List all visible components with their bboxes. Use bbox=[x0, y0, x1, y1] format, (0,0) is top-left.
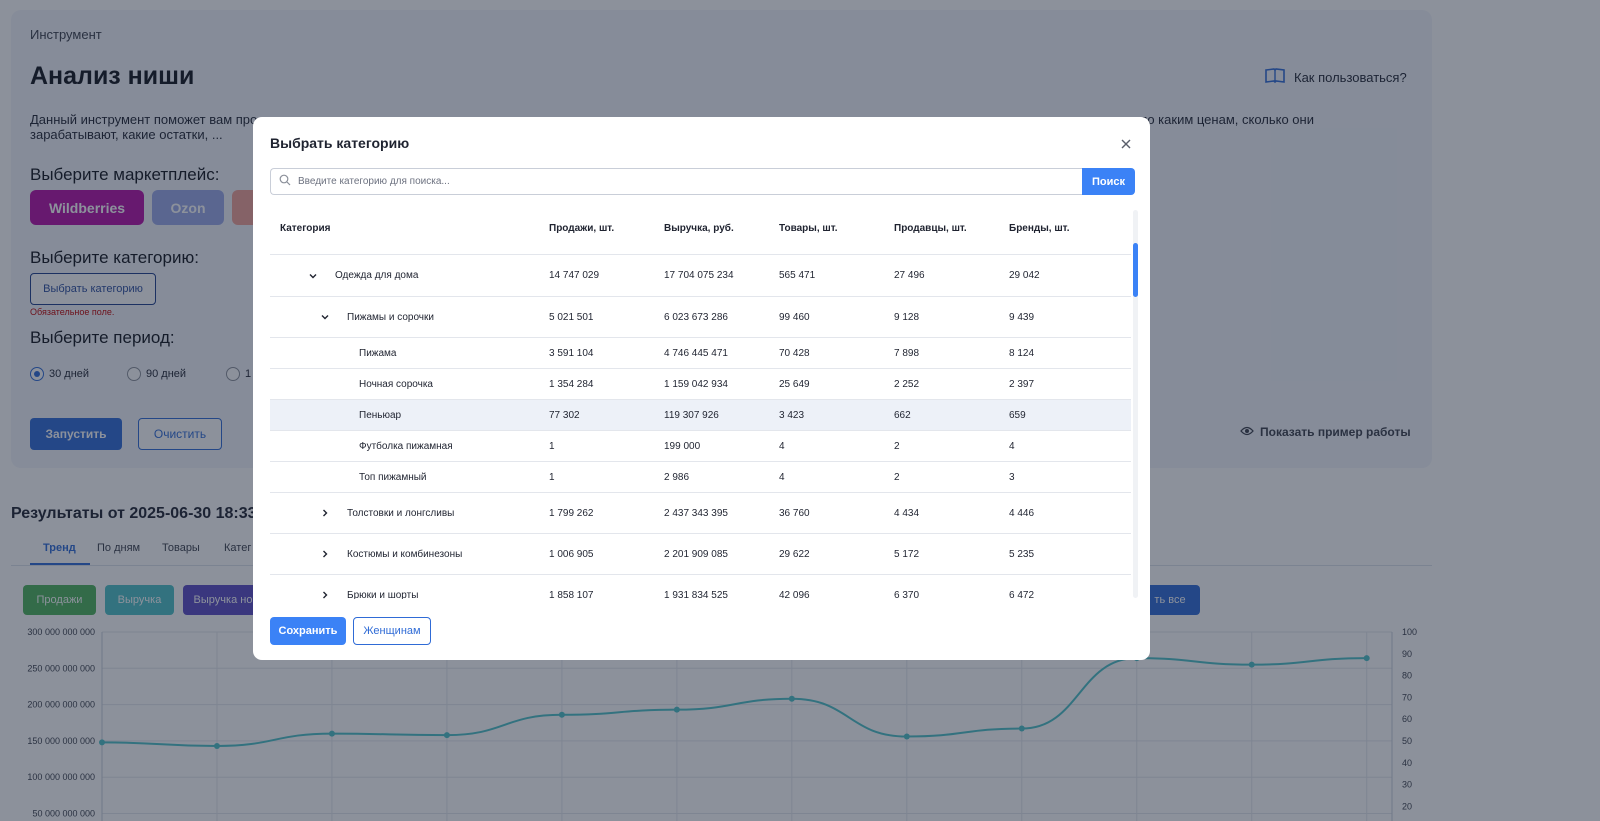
category-search-box bbox=[270, 168, 1082, 195]
cell-brands: 6 472 bbox=[1009, 589, 1035, 600]
category-name: Брюки и шорты bbox=[347, 589, 419, 600]
cell-sales: 1 bbox=[549, 471, 555, 483]
table-row[interactable]: Толстовки и лонгсливы 1 799 262 2 437 343 … bbox=[270, 493, 1131, 534]
cell-sales: 1 006 905 bbox=[549, 548, 594, 560]
search-button[interactable]: Поиск bbox=[1082, 168, 1135, 195]
cell-sellers: 2 bbox=[894, 471, 900, 483]
cell-sales: 1 354 284 bbox=[549, 378, 594, 390]
cell-brands: 4 446 bbox=[1009, 507, 1035, 519]
close-icon[interactable] bbox=[1119, 137, 1133, 151]
cell-brands: 4 bbox=[1009, 440, 1015, 452]
column-header-sellers[interactable]: Продавцы, шт. bbox=[894, 202, 967, 255]
cell-goods: 36 760 bbox=[779, 507, 810, 519]
cell-revenue: 199 000 bbox=[664, 440, 701, 452]
chevron-right-icon[interactable] bbox=[320, 575, 330, 599]
category-name: Топ пижамный bbox=[359, 471, 427, 483]
cell-sellers: 9 128 bbox=[894, 311, 920, 323]
column-header-sales[interactable]: Продажи, шт. bbox=[549, 202, 614, 255]
cell-sales: 1 858 107 bbox=[549, 589, 594, 600]
cell-brands: 5 235 bbox=[1009, 548, 1035, 560]
table-row[interactable]: Футболка пижамная 1 199 000 4 2 4 bbox=[270, 431, 1131, 462]
column-header-revenue[interactable]: Выручка, руб. bbox=[664, 202, 734, 255]
category-name: Пеньюар bbox=[359, 409, 402, 421]
cell-goods: 70 428 bbox=[779, 347, 810, 359]
cell-goods: 4 bbox=[779, 471, 785, 483]
category-name: Одежда для дома bbox=[335, 270, 419, 281]
category-table-body: Одежда для дома 14 747 029 17 704 075 234 5… bbox=[270, 255, 1131, 599]
app-root: Инструмент Анализ ниши Как пользоваться?… bbox=[0, 0, 1600, 821]
chevron-right-icon[interactable] bbox=[320, 534, 330, 574]
cell-brands: 9 439 bbox=[1009, 311, 1035, 323]
chevron-right-icon[interactable] bbox=[320, 493, 330, 533]
cell-sellers: 5 172 bbox=[894, 548, 920, 560]
category-search-input[interactable] bbox=[298, 176, 1058, 187]
cell-brands: 3 bbox=[1009, 471, 1015, 483]
cell-goods: 29 622 bbox=[779, 548, 810, 560]
category-name: Костюмы и комбинезоны bbox=[347, 548, 463, 560]
cell-goods: 565 471 bbox=[779, 270, 816, 281]
cell-sellers: 4 434 bbox=[894, 507, 920, 519]
cell-sellers: 6 370 bbox=[894, 589, 920, 600]
column-header-brands[interactable]: Бренды, шт. bbox=[1009, 202, 1069, 255]
cell-brands: 2 397 bbox=[1009, 378, 1035, 390]
cell-revenue: 6 023 673 286 bbox=[664, 311, 728, 323]
cell-revenue: 1 159 042 934 bbox=[664, 378, 728, 390]
category-name: Пижамы и сорочки bbox=[347, 311, 434, 323]
cell-sales: 77 302 bbox=[549, 409, 580, 421]
cell-sales: 14 747 029 bbox=[549, 270, 600, 281]
category-name: Пижама bbox=[359, 347, 397, 359]
chevron-down-icon[interactable] bbox=[320, 297, 330, 337]
cell-brands: 8 124 bbox=[1009, 347, 1035, 359]
cell-sellers: 7 898 bbox=[894, 347, 920, 359]
choose-category-modal: Выбрать категорию Поиск Категория Продаж… bbox=[253, 117, 1150, 660]
category-name: Футболка пижамная bbox=[359, 440, 453, 452]
table-row[interactable]: Брюки и шорты 1 858 107 1 931 834 525 42 09… bbox=[270, 575, 1131, 599]
cell-goods: 4 bbox=[779, 440, 785, 452]
modal-title: Выбрать категорию bbox=[270, 135, 410, 151]
table-scrollbar-thumb[interactable] bbox=[1133, 243, 1138, 297]
search-icon bbox=[279, 173, 291, 191]
cell-sellers: 2 bbox=[894, 440, 900, 452]
table-row[interactable]: Пеньюар 77 302 119 307 926 3 423 662 659 bbox=[270, 400, 1131, 431]
cell-sales: 1 799 262 bbox=[549, 507, 594, 519]
cell-goods: 25 649 bbox=[779, 378, 810, 390]
cell-goods: 99 460 bbox=[779, 311, 810, 323]
chevron-down-icon[interactable] bbox=[308, 255, 318, 296]
cell-brands: 659 bbox=[1009, 409, 1026, 421]
table-row[interactable]: Пижама 3 591 104 4 746 445 471 70 428 7 898 8… bbox=[270, 338, 1131, 369]
cell-sales: 3 591 104 bbox=[549, 347, 594, 359]
save-button[interactable]: Сохранить bbox=[270, 617, 346, 645]
cell-revenue: 2 201 909 085 bbox=[664, 548, 728, 560]
selected-category-chip[interactable]: Женщинам bbox=[353, 617, 431, 645]
column-header-category[interactable]: Категория bbox=[280, 202, 330, 255]
cell-sellers: 2 252 bbox=[894, 378, 920, 390]
cell-brands: 29 042 bbox=[1009, 270, 1040, 281]
table-row[interactable]: Пижамы и сорочки 5 021 501 6 023 673 286 99… bbox=[270, 297, 1131, 338]
table-row[interactable]: Топ пижамный 1 2 986 4 2 3 bbox=[270, 462, 1131, 493]
cell-sales: 1 bbox=[549, 440, 555, 452]
cell-sellers: 27 496 bbox=[894, 270, 925, 281]
cell-revenue: 2 437 343 395 bbox=[664, 507, 728, 519]
column-header-goods[interactable]: Товары, шт. bbox=[779, 202, 838, 255]
cell-revenue: 2 986 bbox=[664, 471, 690, 483]
table-row[interactable]: Одежда для дома 14 747 029 17 704 075 234 5… bbox=[270, 255, 1131, 297]
category-table-header: Категория Продажи, шт. Выручка, руб. Тов… bbox=[270, 202, 1131, 255]
cell-revenue: 119 307 926 bbox=[664, 409, 719, 421]
cell-revenue: 1 931 834 525 bbox=[664, 589, 728, 600]
cell-goods: 3 423 bbox=[779, 409, 805, 421]
cell-sales: 5 021 501 bbox=[549, 311, 594, 323]
cell-goods: 42 096 bbox=[779, 589, 810, 600]
cell-revenue: 17 704 075 234 bbox=[664, 270, 734, 281]
category-name: Ночная сорочка bbox=[359, 378, 433, 390]
table-row[interactable]: Ночная сорочка 1 354 284 1 159 042 934 25 6… bbox=[270, 369, 1131, 400]
cell-sellers: 662 bbox=[894, 409, 911, 421]
cell-revenue: 4 746 445 471 bbox=[664, 347, 728, 359]
category-name: Толстовки и лонгсливы bbox=[347, 507, 455, 519]
table-row[interactable]: Костюмы и комбинезоны 1 006 905 2 201 909 … bbox=[270, 534, 1131, 575]
